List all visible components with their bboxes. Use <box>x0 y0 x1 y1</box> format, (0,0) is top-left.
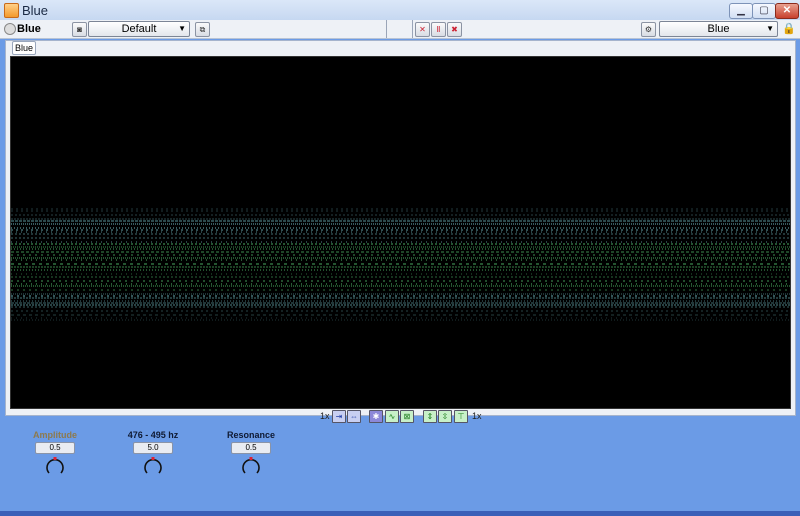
display-controls: 1x ⇥ ⇔ ✱ ∿ ⊠ ⇕ ⇳ ⊤ 1x <box>5 408 794 424</box>
close-button[interactable]: ✕ <box>775 3 799 19</box>
plugin-toolbar: Blue ◙ Default ▼ ⧉ ✕ Ⅱ ✖ ⚙ Blue ▼ 🔒 <box>0 20 800 39</box>
spectrum-svg <box>11 208 790 321</box>
minimize-button[interactable]: ▁ <box>729 3 753 19</box>
knob-amplitude: Amplitude 0.5 <box>25 430 85 479</box>
bypass-icon[interactable]: ✕ <box>415 22 430 37</box>
knob-value-field[interactable]: 0.5 <box>231 442 271 454</box>
theme-value: Blue <box>707 23 730 35</box>
expand-vertical-icon[interactable]: ⇳ <box>438 410 452 423</box>
window-title: Blue <box>22 3 49 18</box>
expand-horizontal-icon[interactable]: ⇔ <box>347 410 361 423</box>
app-icon <box>4 3 19 18</box>
zoom-right-label: 1x <box>472 411 482 421</box>
shrink-horizontal-icon[interactable]: ⇥ <box>332 410 346 423</box>
spectrum-display[interactable] <box>10 56 791 409</box>
knob-frequency: 476 - 495 hz 5.0 <box>123 430 183 479</box>
chevron-down-icon: ▼ <box>178 24 186 33</box>
lock-icon[interactable]: 🔒 <box>782 22 796 35</box>
chevron-down-icon: ▼ <box>766 24 774 33</box>
zoom-left-label: 1x <box>320 411 330 421</box>
knob-value-field[interactable]: 5.0 <box>133 442 173 454</box>
freeze-icon[interactable]: ✱ <box>369 410 383 423</box>
theme-dropdown[interactable]: Blue ▼ <box>659 21 778 37</box>
knob-label: Amplitude <box>33 430 77 440</box>
dial-icon[interactable] <box>45 456 65 476</box>
preset-dropdown[interactable]: Default ▼ <box>88 21 190 37</box>
fit-vertical-icon[interactable]: ⊤ <box>454 410 468 423</box>
title-bar: Blue ▁ ▢ ✕ <box>0 0 800 21</box>
pause-icon[interactable]: Ⅱ <box>431 22 446 37</box>
dial-icon[interactable] <box>143 456 163 476</box>
preset-value: Default <box>121 23 157 35</box>
knob-label: 476 - 495 hz <box>127 430 179 440</box>
shrink-vertical-icon[interactable]: ⇕ <box>423 410 437 423</box>
plugin-name: Blue <box>17 23 41 35</box>
toolbar-divider <box>412 20 413 38</box>
waveform-icon[interactable]: ∿ <box>385 410 399 423</box>
dial-icon[interactable] <box>241 456 261 476</box>
remove-icon[interactable]: ✖ <box>447 22 462 37</box>
maximize-button[interactable]: ▢ <box>752 3 776 19</box>
power-icon[interactable] <box>4 23 16 35</box>
camera-icon[interactable]: ◙ <box>72 22 87 37</box>
knob-resonance: Resonance 0.5 <box>221 430 281 479</box>
knob-value-field[interactable]: 0.5 <box>35 442 75 454</box>
gear-icon[interactable]: ⚙ <box>641 22 656 37</box>
status-strip <box>0 511 800 516</box>
knob-label: Resonance <box>226 430 276 440</box>
copy-icon[interactable]: ⧉ <box>195 22 210 37</box>
tab-blue[interactable]: Blue <box>12 41 36 55</box>
grid-icon[interactable]: ⊠ <box>400 410 414 423</box>
toolbar-divider <box>386 20 387 38</box>
